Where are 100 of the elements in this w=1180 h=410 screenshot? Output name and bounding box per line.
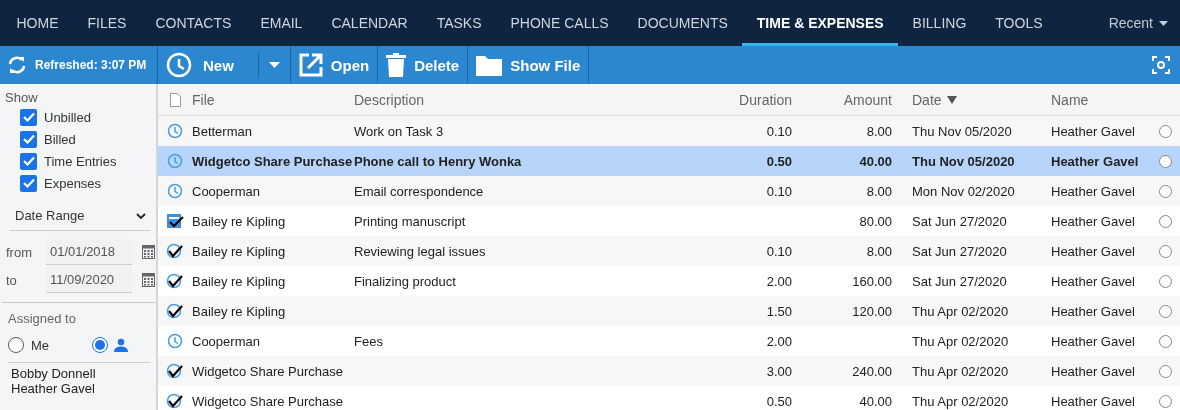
table-row[interactable]: Bailey re Kipling Printing manuscript 80.00 Sat Jun 27/2020 Heather Gavel bbox=[158, 206, 1180, 236]
person-name[interactable]: Bobby Donnell bbox=[11, 366, 145, 381]
calendar-icon[interactable] bbox=[142, 245, 155, 259]
checkbox-label: Billed bbox=[44, 131, 76, 147]
nav-tab[interactable]: CONTACTS bbox=[140, 0, 246, 46]
recent-menu[interactable]: Recent bbox=[1108, 0, 1180, 46]
table-cell-text: Sat Jun 27/2020 bbox=[911, 243, 1008, 259]
table-cell-text: Heather Gavel bbox=[1050, 303, 1136, 319]
nav-tab[interactable]: EMAIL bbox=[245, 0, 317, 46]
column-header[interactable]: Date bbox=[912, 91, 942, 108]
table-row[interactable]: Widgetco Share Purchase 3.00 240.00 Thu Apr 02/2020 Heather Gavel bbox=[158, 356, 1180, 386]
radio-button[interactable] bbox=[8, 337, 24, 353]
clock-icon bbox=[167, 333, 183, 349]
receipt-check-icon bbox=[166, 213, 184, 229]
table-cell-text: Thu Apr 02/2020 bbox=[911, 363, 1010, 379]
table-cell-text: Heather Gavel bbox=[1050, 243, 1136, 259]
table-cell-text: Heather Gavel bbox=[1050, 393, 1136, 409]
table-cell-text: 0.50 bbox=[765, 153, 792, 169]
nav-tab[interactable]: TASKS bbox=[422, 0, 496, 46]
table-row[interactable]: Bailey re Kipling Finalizing product 2.00 160.00 Sat Jun 27/2020 Heather Gavel bbox=[158, 266, 1180, 296]
person-name[interactable]: Heather Gavel bbox=[11, 381, 145, 396]
table-cell-text: Heather Gavel bbox=[1050, 213, 1136, 229]
checkbox[interactable] bbox=[20, 130, 37, 148]
new-button[interactable]: New bbox=[158, 46, 242, 84]
table-cell-text: Thu Apr 02/2020 bbox=[911, 333, 1010, 349]
clock-check-icon bbox=[166, 273, 184, 289]
chevron-down-icon bbox=[136, 212, 146, 219]
nav-tab[interactable]: TOOLS bbox=[980, 0, 1057, 46]
column-header[interactable]: Amount bbox=[792, 91, 892, 108]
table-row[interactable]: Cooperman Fees 2.00 Thu Apr 02/2020 Heather Gavel bbox=[158, 326, 1180, 356]
radio-button[interactable] bbox=[1158, 334, 1172, 348]
document-icon bbox=[169, 92, 181, 107]
sort-descending-icon bbox=[946, 95, 957, 104]
table-row[interactable]: Betterman Work on Task 3 0.10 8.00 Thu Nov 05/2020 Heather Gavel bbox=[158, 116, 1180, 146]
table-row[interactable]: Cooperman Email correspondence 0.10 8.00 Mon Nov 02/2020 Heather Gavel bbox=[158, 176, 1180, 206]
table-cell-text: Thu Nov 05/2020 bbox=[911, 153, 1012, 169]
table-cell-text: Betterman bbox=[192, 123, 253, 139]
caret-icon bbox=[268, 62, 280, 68]
calendar-icon[interactable] bbox=[142, 273, 155, 287]
table-cell-text: 0.10 bbox=[765, 123, 792, 139]
nav-tab[interactable]: DOCUMENTS bbox=[623, 0, 743, 46]
radio-button[interactable] bbox=[92, 337, 108, 353]
checkbox[interactable] bbox=[20, 108, 37, 126]
screenshot-icon[interactable] bbox=[1152, 56, 1170, 74]
nav-tab[interactable]: BILLING bbox=[898, 0, 981, 46]
table-cell-text: Heather Gavel bbox=[1050, 153, 1140, 169]
nav-tab[interactable]: CALENDAR bbox=[316, 0, 423, 46]
radio-button[interactable] bbox=[1158, 274, 1172, 288]
column-header[interactable]: File bbox=[192, 91, 354, 108]
table-cell-text: Finalizing product bbox=[354, 273, 457, 289]
table-cell-text: 0.10 bbox=[765, 183, 792, 199]
table-cell-text: 0.50 bbox=[765, 393, 792, 409]
nav-tab[interactable]: PHONE CALLS bbox=[496, 0, 624, 46]
table-row[interactable]: Widgetco Share Purchase Phone call to Henry Wonka 0.50 40.00 Thu Nov 05/2020 Heather Gavel bbox=[158, 146, 1180, 176]
radio-button[interactable] bbox=[1158, 244, 1172, 258]
table-cell-text: Phone call to Henry Wonka bbox=[354, 153, 523, 169]
column-header[interactable]: Name bbox=[1012, 91, 1150, 108]
nav-tab[interactable]: FILES bbox=[73, 0, 141, 46]
column-header[interactable]: Duration bbox=[644, 91, 792, 108]
table-cell-text: Bailey re Kipling bbox=[192, 273, 287, 289]
checkbox[interactable] bbox=[20, 152, 37, 170]
table-cell: Widgetco Share Purchase bbox=[192, 153, 354, 169]
table-row[interactable]: Widgetco Share Purchase 0.50 40.00 Thu Apr 02/2020 Heather Gavel bbox=[158, 386, 1180, 410]
radio-button[interactable] bbox=[1158, 124, 1172, 138]
column-header[interactable]: Description bbox=[354, 91, 644, 108]
radio-button[interactable] bbox=[1158, 304, 1172, 318]
clock-check-icon bbox=[166, 363, 184, 379]
table-cell-text: Heather Gavel bbox=[1050, 363, 1136, 379]
table-cell-text: Thu Apr 02/2020 bbox=[911, 393, 1010, 409]
radio-button[interactable] bbox=[1158, 364, 1172, 378]
refreshed-time: Refreshed: 3:07 PM bbox=[35, 58, 147, 72]
table-cell-text: Cooperman bbox=[192, 183, 261, 199]
table-cell-text: Work on Task 3 bbox=[354, 123, 445, 139]
checkbox[interactable] bbox=[20, 174, 37, 192]
table-cell-text: 1.50 bbox=[765, 303, 792, 319]
show-label: Show bbox=[4, 89, 39, 107]
table-cell-text: Bailey re Kipling bbox=[192, 303, 287, 319]
from-date-field[interactable]: 01/01/2018 bbox=[46, 239, 132, 265]
table-row[interactable]: Bailey re Kipling 1.50 120.00 Thu Apr 02/2020 Heather Gavel bbox=[158, 296, 1180, 326]
from-label: from bbox=[6, 244, 33, 260]
table-cell-text: Thu Apr 02/2020 bbox=[911, 303, 1010, 319]
table-cell-text: Thu Nov 05/2020 bbox=[911, 123, 1012, 139]
to-date-field[interactable]: 11/09/2020 bbox=[46, 267, 132, 293]
table-cell-text: 0.10 bbox=[765, 243, 792, 259]
nav-tab[interactable]: HOME bbox=[2, 0, 73, 46]
table-cell-text: Sat Jun 27/2020 bbox=[911, 213, 1008, 229]
table-cell-text: Bailey re Kipling bbox=[192, 243, 287, 259]
table-cell-text: 80.00 bbox=[858, 213, 892, 229]
refresh-button[interactable] bbox=[6, 55, 28, 75]
table-cell-text: Email correspondence bbox=[354, 183, 485, 199]
assigned-to-label: Assigned to bbox=[7, 310, 77, 326]
date-range-dropdown[interactable]: Date Range bbox=[10, 208, 150, 231]
radio-button[interactable] bbox=[1158, 394, 1172, 408]
radio-button[interactable] bbox=[1158, 184, 1172, 198]
table-cell-text: 8.00 bbox=[865, 243, 892, 259]
radio-button[interactable] bbox=[1158, 214, 1172, 228]
table-row[interactable]: Bailey re Kipling Reviewing legal issues 0.10 8.00 Sat Jun 27/2020 Heather Gavel bbox=[158, 236, 1180, 266]
table-cell-text: 40.00 bbox=[858, 393, 892, 409]
checkbox-label: Expenses bbox=[44, 175, 102, 191]
radio-button[interactable] bbox=[1158, 154, 1172, 168]
